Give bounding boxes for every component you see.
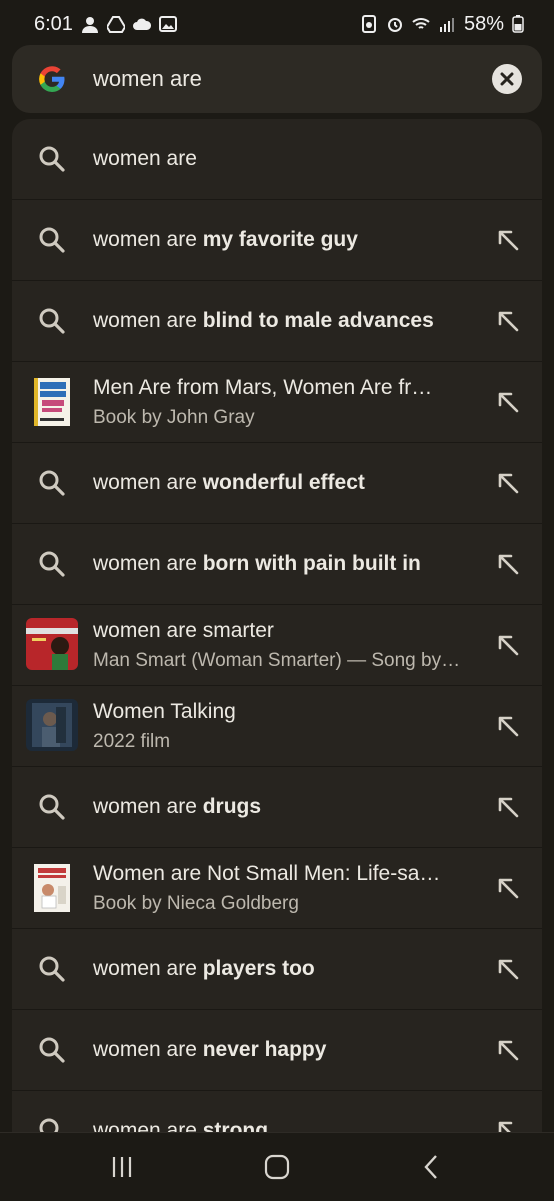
suggestion-title: Women Talking <box>93 700 236 723</box>
clear-search-button[interactable] <box>492 64 522 94</box>
search-icon <box>38 469 66 497</box>
suggestion-completion: blind to male advances <box>202 309 434 332</box>
suggestion-title: women are smarter <box>93 619 274 642</box>
alarm-icon <box>387 18 402 32</box>
entity-suggestion-row[interactable]: women are smarter Man Smart (Woman Smarte… <box>12 605 542 686</box>
suggestion-completion: players too <box>202 957 315 980</box>
book-cover-mars-thumbnail <box>34 378 70 426</box>
status-bar: 6:01 58% <box>0 0 554 48</box>
close-icon <box>500 72 514 86</box>
film-poster-thumbnail <box>26 699 78 751</box>
image-icon <box>158 16 177 32</box>
recycle-icon <box>361 15 376 33</box>
suggestion-prefix: women are <box>93 552 203 575</box>
home-icon[interactable] <box>261 1151 293 1183</box>
search-icon <box>38 226 66 254</box>
suggestion-row[interactable]: women are blind to male advances <box>12 281 542 362</box>
suggestion-completion: my favorite guy <box>202 228 358 251</box>
suggestion-text: women are born with pain built in <box>93 552 421 576</box>
status-time: 6:01 <box>34 12 73 35</box>
suggestion-row[interactable]: women are never happy <box>12 1010 542 1091</box>
search-icon <box>38 145 66 173</box>
suggestion-completion: wonderful effect <box>202 471 365 494</box>
suggestion-prefix: women are <box>93 471 203 494</box>
fill-query-arrow-icon[interactable] <box>494 874 522 902</box>
fill-query-arrow-icon[interactable] <box>494 712 522 740</box>
suggestion-prefix: women are <box>93 228 203 251</box>
search-bar[interactable] <box>12 45 542 113</box>
suggestion-text: women are <box>93 147 197 171</box>
fill-query-arrow-icon[interactable] <box>494 388 522 416</box>
fill-query-arrow-icon[interactable] <box>494 307 522 335</box>
album-cover-thumbnail <box>26 618 78 670</box>
suggestion-prefix: women are <box>93 147 197 170</box>
suggestion-row[interactable]: women are born with pain built in <box>12 524 542 605</box>
suggestion-completion: never happy <box>202 1038 327 1061</box>
entity-suggestion-row[interactable]: Men Are from Mars, Women Are fr… Book by … <box>12 362 542 443</box>
fill-query-arrow-icon[interactable] <box>494 793 522 821</box>
suggestion-text: women are my favorite guy <box>93 228 358 252</box>
suggestion-completion: born with pain built in <box>202 552 421 575</box>
suggestion-row[interactable]: women are wonderful effect <box>12 443 542 524</box>
wifi-icon <box>412 18 430 29</box>
suggestion-prefix: women are <box>93 309 203 332</box>
suggestion-row[interactable]: women are my favorite guy <box>12 200 542 281</box>
fill-query-arrow-icon[interactable] <box>494 631 522 659</box>
signal-icon <box>439 18 454 32</box>
recent-apps-icon[interactable] <box>106 1151 138 1183</box>
entity-suggestion-row[interactable]: Women are Not Small Men: Life-sa… Book by… <box>12 848 542 929</box>
fill-query-arrow-icon[interactable] <box>494 469 522 497</box>
suggestion-text: women are never happy <box>93 1038 326 1062</box>
google-logo-icon <box>39 66 65 92</box>
search-icon <box>38 550 66 578</box>
fill-query-arrow-icon[interactable] <box>494 955 522 983</box>
navigation-bar <box>0 1132 554 1201</box>
suggestion-subtitle: Man Smart (Woman Smarter) — Song by… <box>93 650 461 671</box>
search-icon <box>38 793 66 821</box>
entity-suggestion-row[interactable]: Women Talking 2022 film <box>12 686 542 767</box>
cloud-upload-icon <box>132 18 151 30</box>
suggestion-row[interactable]: women are drugs <box>12 767 542 848</box>
suggestion-text: women are players too <box>93 957 315 981</box>
search-icon <box>38 955 66 983</box>
search-icon <box>38 1036 66 1064</box>
battery-percent: 58% <box>463 12 504 35</box>
suggestion-subtitle: 2022 film <box>93 731 171 752</box>
suggestion-completion: drugs <box>202 795 262 818</box>
suggestion-subtitle: Book by John Gray <box>93 407 255 428</box>
suggestions-list: women are women are my favorite guy women … <box>12 119 542 1139</box>
account-icon <box>81 17 98 33</box>
book-cover-goldberg-thumbnail <box>34 864 70 912</box>
drive-icon <box>106 16 125 33</box>
fill-query-arrow-icon[interactable] <box>494 226 522 254</box>
search-icon <box>38 307 66 335</box>
fill-query-arrow-icon[interactable] <box>494 1036 522 1064</box>
suggestion-row[interactable]: women are <box>12 119 542 200</box>
suggestion-text: women are blind to male advances <box>93 309 434 333</box>
suggestion-prefix: women are <box>93 957 203 980</box>
suggestion-title: Women are Not Small Men: Life-sa… <box>93 862 441 885</box>
battery-icon <box>512 15 524 33</box>
search-input[interactable]: women are <box>93 66 202 92</box>
back-icon[interactable] <box>416 1151 448 1183</box>
suggestion-prefix: women are <box>93 1038 203 1061</box>
suggestion-text: women are drugs <box>93 795 261 819</box>
suggestion-subtitle: Book by Nieca Goldberg <box>93 893 299 914</box>
suggestion-text: women are wonderful effect <box>93 471 365 495</box>
suggestion-row[interactable]: women are players too <box>12 929 542 1010</box>
fill-query-arrow-icon[interactable] <box>494 550 522 578</box>
suggestion-prefix: women are <box>93 795 203 818</box>
suggestion-title: Men Are from Mars, Women Are fr… <box>93 376 433 399</box>
